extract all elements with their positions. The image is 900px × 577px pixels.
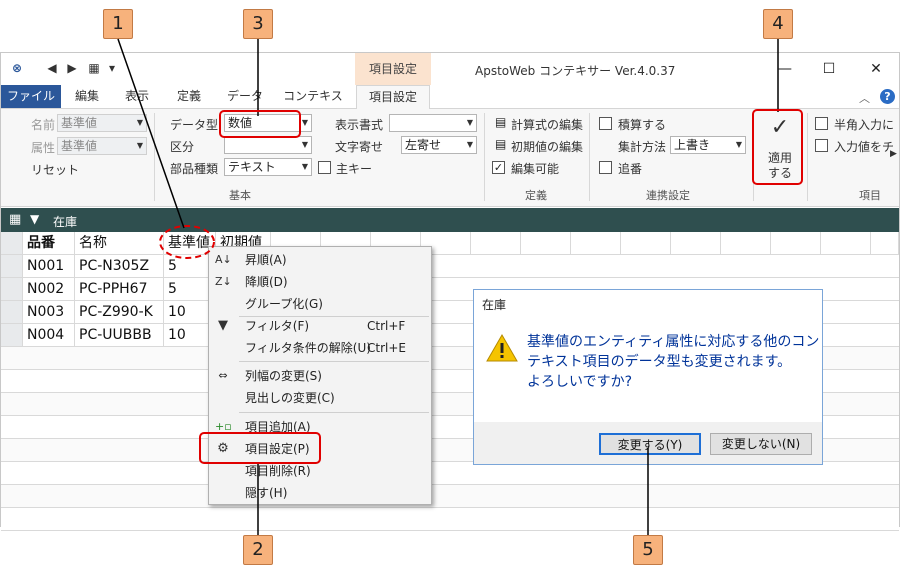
- highlight-datatype: [219, 110, 301, 138]
- callout-1-line: [117, 38, 185, 229]
- highlight-item-settings: [199, 432, 321, 464]
- highlight-kijunchi-header: [159, 225, 215, 259]
- callout-5: 5: [633, 535, 663, 565]
- callout-2: 2: [243, 535, 273, 565]
- highlight-apply-button: [752, 109, 803, 185]
- annotation-lines: [117, 38, 779, 536]
